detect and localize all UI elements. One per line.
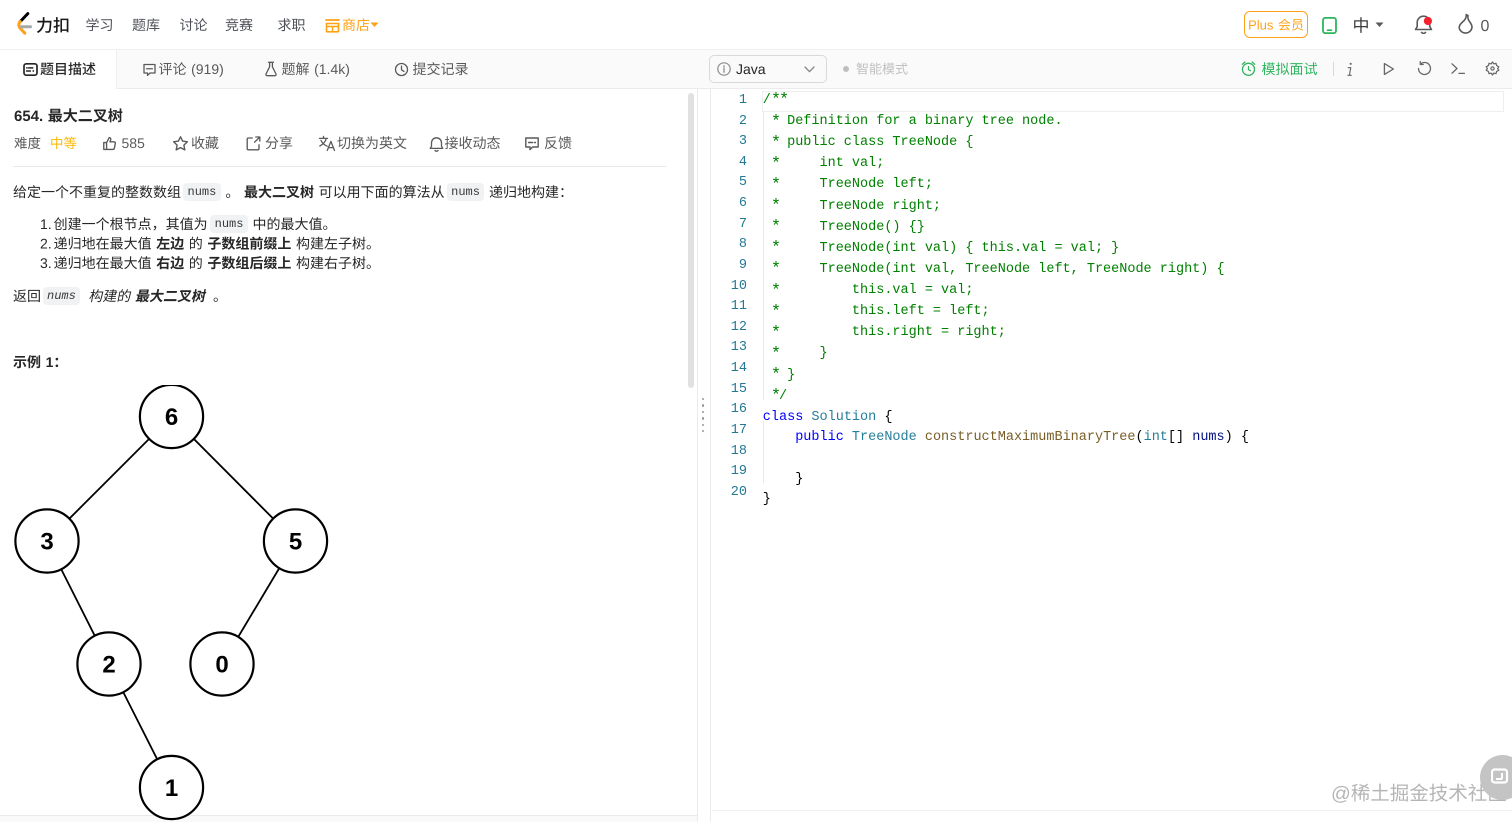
svg-text:0: 0 — [215, 652, 228, 679]
svg-text:6: 6 — [165, 404, 178, 431]
svg-text:3: 3 — [40, 529, 53, 556]
svg-text:2: 2 — [102, 652, 115, 679]
svg-text:5: 5 — [289, 529, 302, 556]
svg-text:1: 1 — [165, 775, 178, 802]
